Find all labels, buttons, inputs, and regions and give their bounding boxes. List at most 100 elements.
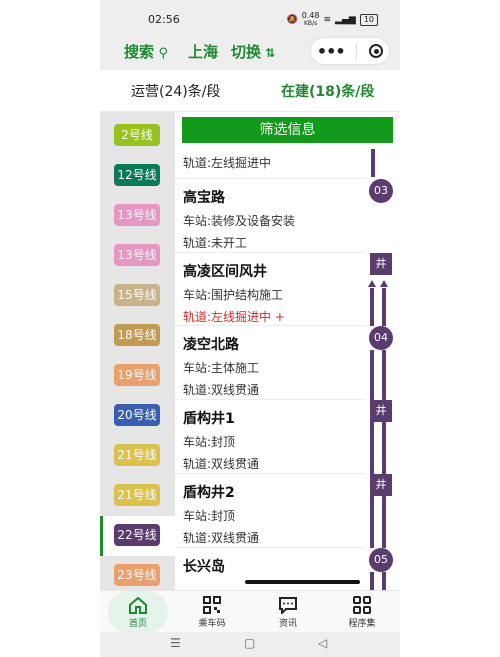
mute-icon: 🔕 bbox=[286, 15, 298, 25]
miniprogram-capsule: ••• bbox=[310, 37, 390, 65]
divider bbox=[175, 473, 365, 474]
line-pill: 19号线 bbox=[114, 364, 160, 386]
sidebar-item-line[interactable]: 18号线 bbox=[100, 316, 175, 356]
sidebar-item-line-selected[interactable]: 22号线 bbox=[100, 516, 175, 556]
bottom-tab-bar: 首页 乘车码 资讯 程序集 bbox=[100, 590, 400, 633]
line-pill: 22号线 bbox=[114, 524, 160, 546]
qr-code-icon bbox=[203, 596, 221, 614]
sidebar-item-line[interactable]: 23号线 bbox=[100, 556, 175, 590]
sidebar-item-line[interactable]: 12号线 bbox=[100, 156, 175, 196]
sidebar-item-line[interactable]: 20号线 bbox=[100, 396, 175, 436]
status-time: 02:56 bbox=[148, 13, 180, 26]
status-tabs: 运营(24)条/段 在建(18)条/段 bbox=[100, 70, 400, 112]
track-status: 轨道:左线掘进中 bbox=[183, 156, 272, 170]
tab-under-construction[interactable]: 在建(18)条/段 bbox=[281, 81, 374, 101]
list-item[interactable]: 凌空北路 车站:主体施工 轨道:双线贯通 bbox=[183, 334, 368, 398]
station-status: 车站:主体施工 bbox=[183, 361, 260, 375]
back-icon[interactable]: ◁ bbox=[318, 636, 327, 650]
list-item[interactable]: 盾构井1 车站:封顶 轨道:双线贯通 bbox=[183, 408, 368, 472]
track-status: 轨道:双线贯通 bbox=[183, 383, 260, 397]
station-status: 车站:装修及设备安装 bbox=[183, 214, 296, 228]
station-status: 车站:围护结构施工 bbox=[183, 288, 284, 302]
sidebar-item-line[interactable]: 13号线 bbox=[100, 236, 175, 276]
tab-label: 程序集 bbox=[348, 619, 376, 629]
line-pill: 12号线 bbox=[114, 164, 160, 186]
shaft-marker: 井 bbox=[370, 253, 392, 275]
scroll-indicator bbox=[245, 580, 360, 584]
tab-ride-code[interactable]: 乘车码 bbox=[182, 591, 242, 633]
shaft-marker: 井 bbox=[370, 400, 392, 422]
line-pill: 15号线 bbox=[114, 284, 160, 306]
route-track-right bbox=[382, 288, 386, 326]
divider bbox=[175, 252, 365, 253]
switch-city-button[interactable]: 切换 ⇅ bbox=[231, 41, 275, 62]
tab-news[interactable]: 资讯 bbox=[258, 591, 318, 633]
home-square-icon[interactable]: ▢ bbox=[244, 636, 255, 650]
capsule-divider bbox=[356, 43, 358, 59]
wifi-icon: ≋ bbox=[323, 15, 332, 25]
route-track bbox=[371, 149, 375, 177]
line-pill: 13号线 bbox=[114, 244, 160, 266]
route-track-right bbox=[382, 350, 386, 400]
route-track-right bbox=[382, 572, 386, 590]
status-bar: 02:56 🔕 0.48 KB/s ≋ ▂▄▆ 10 bbox=[100, 0, 400, 34]
sidebar-item-line[interactable]: 13号线 bbox=[100, 196, 175, 236]
sidebar-item-line[interactable]: 15号线 bbox=[100, 276, 175, 316]
station-badge-05: 05 bbox=[369, 548, 393, 572]
system-nav-bar: ☰ ▢ ◁ bbox=[100, 632, 400, 657]
tab-home[interactable]: 首页 bbox=[108, 591, 168, 633]
up-arrow-icon bbox=[368, 280, 376, 287]
filter-button[interactable]: 筛选信息 bbox=[182, 117, 393, 143]
station-name: 长兴岛 bbox=[183, 559, 225, 575]
divider bbox=[175, 178, 365, 179]
tab-apps[interactable]: 程序集 bbox=[332, 591, 392, 633]
line-pill: 2号线 bbox=[114, 124, 160, 146]
signal-icon: ▂▄▆ bbox=[335, 15, 356, 25]
station-badge-03: 03 bbox=[369, 179, 393, 203]
tab-label: 资讯 bbox=[278, 619, 297, 629]
sidebar-item-line[interactable]: 19号线 bbox=[100, 356, 175, 396]
list-item[interactable]: 盾构井2 车站:封顶 轨道:双线贯通 bbox=[183, 482, 368, 546]
line-pill: 21号线 bbox=[114, 444, 160, 466]
route-track-left bbox=[370, 350, 374, 400]
tab-label: 首页 bbox=[128, 619, 147, 629]
status-icons: 🔕 0.48 KB/s ≋ ▂▄▆ 10 bbox=[286, 12, 378, 28]
search-button[interactable]: 搜索 ⚲ bbox=[124, 41, 168, 62]
station-status: 车站:封顶 bbox=[183, 509, 236, 523]
close-miniprogram-icon[interactable] bbox=[369, 44, 384, 58]
list-item[interactable]: 长兴岛 bbox=[183, 556, 368, 576]
station-badge-04: 04 bbox=[369, 326, 393, 350]
list-item[interactable]: 高宝路 车站:装修及设备安装 轨道:未开工 bbox=[183, 187, 368, 251]
station-name: 凌空北路 bbox=[183, 337, 239, 353]
station-name: 盾构井1 bbox=[183, 411, 235, 427]
track-status: 轨道:未开工 bbox=[183, 236, 248, 250]
home-icon bbox=[129, 596, 147, 614]
news-icon bbox=[279, 597, 297, 614]
shaft-marker: 井 bbox=[370, 474, 392, 496]
track-status: 轨道:双线贯通 bbox=[183, 457, 260, 471]
station-status: 车站:封顶 bbox=[183, 435, 236, 449]
route-track-left bbox=[370, 496, 374, 548]
station-name: 盾构井2 bbox=[183, 485, 235, 501]
route-track-left bbox=[370, 422, 374, 474]
station-list: 筛选信息 轨道:左线掘进中 高宝路 车站:装修及设备安装 轨道:未开工 高凌区间… bbox=[175, 112, 400, 590]
divider bbox=[175, 547, 365, 548]
more-icon[interactable]: ••• bbox=[317, 42, 346, 61]
menu-icon[interactable]: ☰ bbox=[170, 636, 181, 650]
sidebar-item-line[interactable]: 21号线 bbox=[100, 476, 175, 516]
tab-operating[interactable]: 运营(24)条/段 bbox=[131, 81, 220, 101]
sidebar-item-line[interactable]: 2号线 bbox=[100, 116, 175, 156]
top-nav: 搜索 ⚲ 上海 切换 ⇅ ••• bbox=[100, 34, 400, 70]
list-item-partial: 轨道:左线掘进中 bbox=[183, 154, 368, 171]
list-item[interactable]: 高凌区间风井 车站:围护结构施工 轨道:左线掘进中 + bbox=[183, 261, 368, 325]
route-track-right bbox=[382, 422, 386, 474]
track-status: 轨道:双线贯通 bbox=[183, 531, 260, 545]
up-arrow-icon bbox=[380, 280, 388, 287]
divider bbox=[175, 399, 365, 400]
line-pill: 18号线 bbox=[114, 324, 160, 346]
city-label[interactable]: 上海 bbox=[188, 41, 218, 62]
track-status: 轨道:左线掘进中 + bbox=[183, 310, 285, 324]
sidebar-item-line[interactable]: 21号线 bbox=[100, 436, 175, 476]
route-track-left bbox=[370, 572, 374, 590]
net-speed: 0.48 KB/s bbox=[301, 11, 320, 28]
